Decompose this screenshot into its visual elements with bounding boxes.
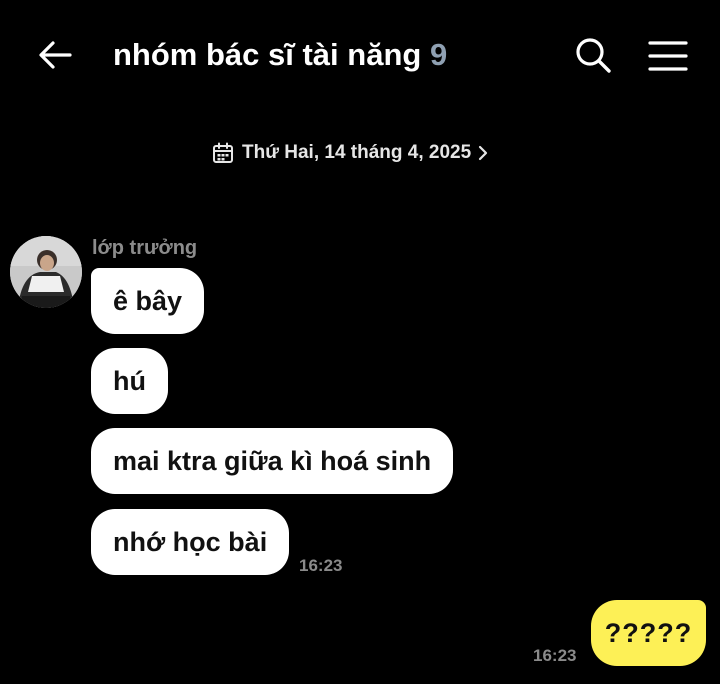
calendar-icon <box>213 142 233 163</box>
hamburger-menu-icon <box>648 41 688 71</box>
chevron-right-icon <box>479 145 488 161</box>
avatar-photo <box>10 236 82 308</box>
member-count: 9 <box>429 37 448 72</box>
avatar[interactable] <box>10 236 82 308</box>
message-timestamp: 16:23 <box>299 556 343 575</box>
search-button[interactable] <box>572 34 614 76</box>
chat-header: nhóm bác sĩ tài năng 9 <box>0 0 720 112</box>
search-icon <box>576 38 611 73</box>
my-message-timestamp: 16:23 <box>533 646 577 665</box>
sender-name: lớp trưởng <box>92 237 198 259</box>
my-message-bubble[interactable]: ????? <box>591 600 706 666</box>
menu-button[interactable] <box>646 36 690 76</box>
date-label: Thứ Hai, 14 tháng 4, 2025 <box>242 142 472 163</box>
group-name: nhóm bác sĩ tài năng <box>113 37 422 72</box>
message-bubble[interactable]: hú <box>91 348 168 414</box>
message-bubble[interactable]: mai ktra giữa kì hoá sinh <box>91 428 454 494</box>
message-bubble[interactable]: ê bây <box>91 268 205 334</box>
message-bubble[interactable]: nhớ học bài <box>91 509 290 575</box>
back-button[interactable] <box>34 34 76 76</box>
date-divider[interactable]: Thứ Hai, 14 tháng 4, 2025 <box>212 138 489 168</box>
arrow-left-icon <box>39 41 72 69</box>
chat-title[interactable]: nhóm bác sĩ tài năng 9 <box>113 34 447 76</box>
